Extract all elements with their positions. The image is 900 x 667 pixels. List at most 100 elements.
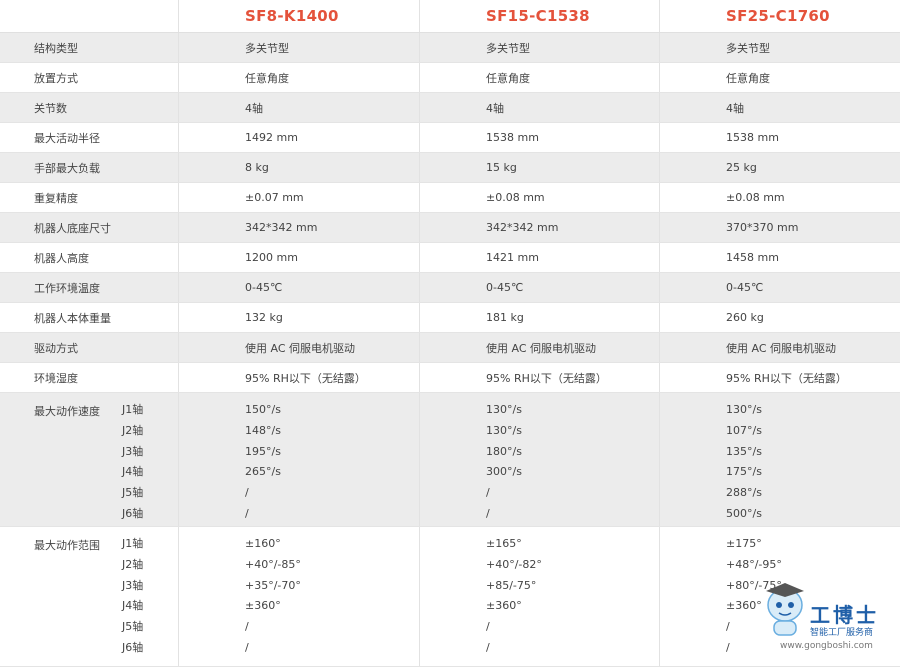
spec-value: 任意角度 <box>420 63 660 92</box>
spec-row: 驱动方式 使用 AC 伺服电机驱动 使用 AC 伺服电机驱动 使用 AC 伺服电… <box>0 333 900 363</box>
speed-label: 最大动作速度 <box>34 405 100 418</box>
spec-value: ±0.08 mm <box>420 183 660 212</box>
range-value: ±360° <box>245 599 281 613</box>
model-name-2: SF15-C1538 <box>486 7 590 25</box>
axis-label: J2轴 <box>122 557 144 571</box>
spec-row: 工作环境温度 0-45℃ 0-45℃ 0-45℃ <box>0 273 900 303</box>
range-value: / <box>726 620 730 634</box>
spec-value: 1492 mm <box>179 123 420 152</box>
spec-value: 1421 mm <box>420 243 660 272</box>
speed-value: 180°/s <box>486 444 522 458</box>
spec-row: 最大活动半径 1492 mm 1538 mm 1538 mm <box>0 123 900 153</box>
spec-label: 机器人高度 <box>0 243 179 272</box>
spec-value: 任意角度 <box>179 63 420 92</box>
speed-value: / <box>486 506 490 520</box>
axis-label: J3轴 <box>122 578 144 592</box>
axis-list: J1轴 J2轴 J3轴 J4轴 J5轴 J6轴 <box>122 534 143 659</box>
range-value: / <box>486 620 490 634</box>
spec-value: 使用 AC 伺服电机驱动 <box>726 341 837 355</box>
range-value: ±160° <box>245 537 281 550</box>
axis-label: J3轴 <box>122 444 144 458</box>
spec-label: 机器人本体重量 <box>0 303 179 332</box>
spec-label: 重复精度 <box>0 183 179 212</box>
spec-value: 15 kg <box>420 153 660 182</box>
watermark-name: 工博士 <box>810 603 879 627</box>
speed-label-cell: 最大动作速度 J1轴 J2轴 J3轴 J4轴 J5轴 J6轴 <box>0 393 179 526</box>
range-label: 最大动作范围 <box>34 539 100 552</box>
spec-value: 95% RH以下（无结露） <box>420 363 660 392</box>
watermark-logo: 工博士 智能工厂服务商 www.gongboshi.com <box>760 581 890 661</box>
spec-label: 关节数 <box>0 93 179 122</box>
spec-value: 4轴 <box>726 101 744 115</box>
axis-list: J1轴 J2轴 J3轴 J4轴 J5轴 J6轴 <box>122 400 143 525</box>
range-value: +35°/-70° <box>245 578 301 592</box>
spec-value: 1200 mm <box>179 243 420 272</box>
model-name-1: SF8-K1400 <box>245 7 339 25</box>
spec-value: 4轴 <box>420 93 660 122</box>
header-empty-cell <box>0 0 179 32</box>
speed-value: 195°/s <box>245 444 281 458</box>
speed-values-3: 130°/s 107°/s 135°/s 175°/s 288°/s 500°/… <box>660 393 900 526</box>
spec-value: 25 kg <box>726 161 757 174</box>
spec-row: 环境湿度 95% RH以下（无结露） 95% RH以下（无结露） 95% RH以… <box>0 363 900 393</box>
spec-label: 结构类型 <box>0 33 179 62</box>
spec-row: 机器人高度 1200 mm 1421 mm 1458 mm <box>0 243 900 273</box>
spec-value: 使用 AC 伺服电机驱动 <box>179 333 420 362</box>
spec-label: 放置方式 <box>0 63 179 92</box>
spec-value: 使用 AC 伺服电机驱动 <box>420 333 660 362</box>
axis-label: J5轴 <box>122 486 144 500</box>
range-value: ±360° <box>486 599 522 613</box>
range-value: ±165° <box>486 537 522 550</box>
watermark-url: www.gongboshi.com <box>780 641 873 651</box>
spec-value: ±0.08 mm <box>726 191 785 204</box>
spec-value: 多关节型 <box>420 33 660 62</box>
spec-row: 关节数 4轴 4轴 4轴 <box>0 93 900 123</box>
mascot-icon <box>766 583 804 636</box>
spec-value: 任意角度 <box>726 71 770 85</box>
range-value: / <box>245 640 249 654</box>
speed-value: 288°/s <box>726 486 762 500</box>
spec-label: 环境湿度 <box>0 363 179 392</box>
speed-value: 300°/s <box>486 465 522 479</box>
speed-value: / <box>245 486 249 500</box>
axis-label: J1轴 <box>122 537 144 550</box>
spec-value: 181 kg <box>420 303 660 332</box>
spec-value: 1458 mm <box>726 251 779 264</box>
range-value: / <box>486 640 490 654</box>
speed-row: 最大动作速度 J1轴 J2轴 J3轴 J4轴 J5轴 J6轴 150°/s 14… <box>0 393 900 527</box>
spec-row: 机器人底座尺寸 342*342 mm 342*342 mm 370*370 mm <box>0 213 900 243</box>
spec-value: 多关节型 <box>726 41 770 55</box>
spec-label: 工作环境温度 <box>0 273 179 302</box>
watermark-subtitle: 智能工厂服务商 <box>810 628 874 638</box>
range-value: ±175° <box>726 537 762 550</box>
spec-value: 0-45℃ <box>420 273 660 302</box>
spec-row: 机器人本体重量 132 kg 181 kg 260 kg <box>0 303 900 333</box>
range-value: +85/-75° <box>486 578 537 592</box>
spec-row: 结构类型 多关节型 多关节型 多关节型 <box>0 33 900 63</box>
spec-value: 95% RH以下（无结露） <box>726 371 847 385</box>
speed-value: 148°/s <box>245 423 281 437</box>
range-value: / <box>245 620 249 634</box>
speed-value: / <box>486 486 490 500</box>
speed-value: 500°/s <box>726 506 762 520</box>
spec-value: 1538 mm <box>420 123 660 152</box>
spec-value: 0-45℃ <box>179 273 420 302</box>
range-value: +40°/-82° <box>486 557 542 571</box>
header-row: SF8-K1400 SF15-C1538 SF25-C1760 <box>0 0 900 33</box>
speed-values-2: 130°/s 130°/s 180°/s 300°/s / / <box>420 393 660 526</box>
speed-value: 175°/s <box>726 465 762 479</box>
spec-value: 4轴 <box>179 93 420 122</box>
range-value: +48°/-95° <box>726 557 782 571</box>
spec-value: 1538 mm <box>726 131 779 144</box>
range-label-cell: 最大动作范围 J1轴 J2轴 J3轴 J4轴 J5轴 J6轴 <box>0 527 179 666</box>
model-header-2: SF15-C1538 <box>420 0 660 32</box>
axis-label: J4轴 <box>122 465 144 479</box>
range-values-2: ±165° +40°/-82° +85/-75° ±360° / / <box>420 527 660 666</box>
axis-label: J4轴 <box>122 599 144 613</box>
spec-label: 手部最大负载 <box>0 153 179 182</box>
spec-label: 机器人底座尺寸 <box>0 213 179 242</box>
speed-value: 265°/s <box>245 465 281 479</box>
axis-label: J6轴 <box>122 506 144 520</box>
spec-value: 8 kg <box>179 153 420 182</box>
speed-value: 135°/s <box>726 444 762 458</box>
